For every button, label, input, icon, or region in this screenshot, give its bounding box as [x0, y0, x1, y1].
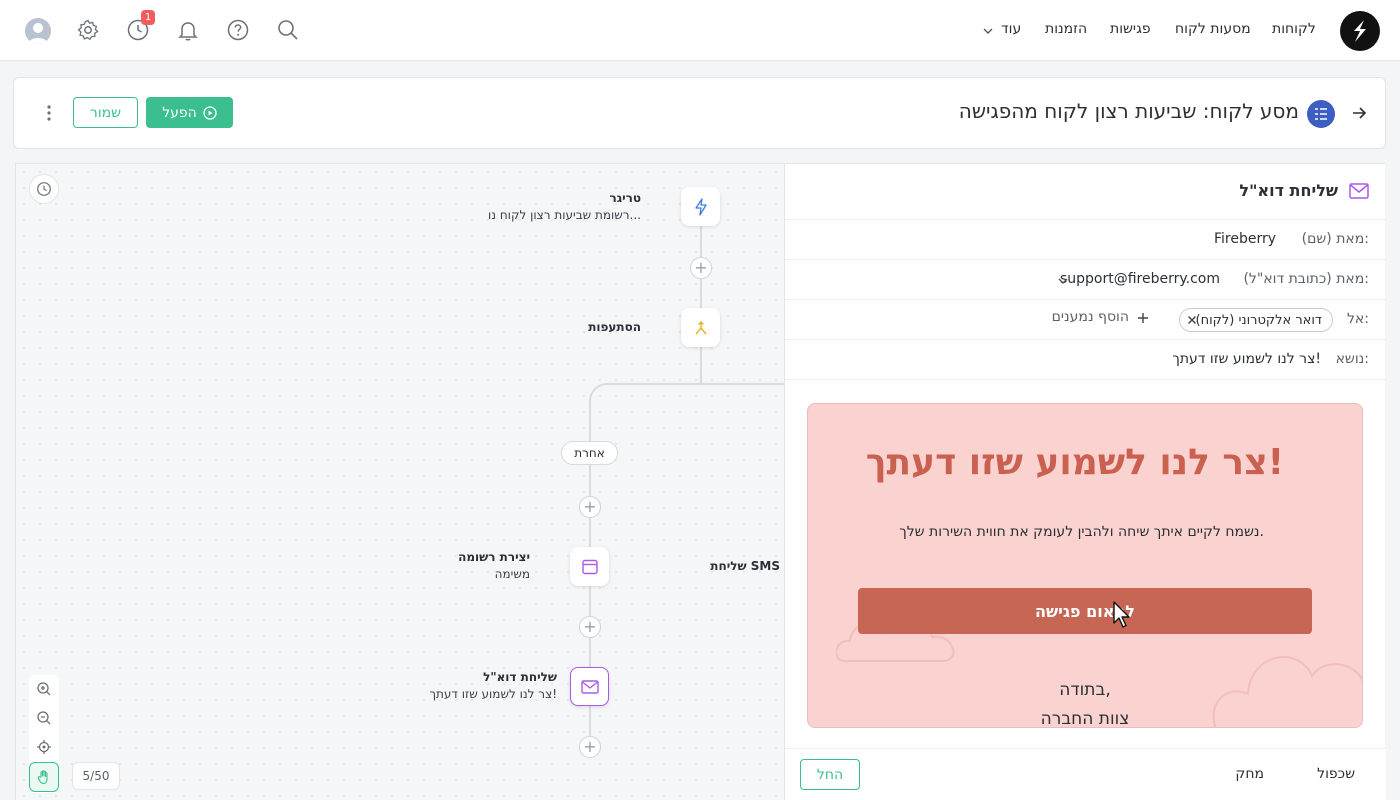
create-record-subtitle: משימה: [494, 567, 530, 581]
from-email-select[interactable]: support@fireberry.com: [1060, 271, 1220, 287]
activate-button[interactable]: הפעל: [146, 97, 233, 128]
branches-title: הסתעפות: [588, 320, 641, 334]
connector-line: [589, 423, 591, 758]
subject-field[interactable]: צר לנו לשמוע שזו דעתך!: [1172, 351, 1321, 367]
connector-line: [700, 226, 702, 385]
zoom-controls: [29, 675, 59, 793]
to-row: אל: דואר אלקטרוני (לקוח) הוסף נמענים: [785, 300, 1386, 340]
add-step-button[interactable]: +: [579, 496, 601, 518]
search-icon[interactable]: [276, 18, 300, 42]
email-signature-team: צוות החברה: [1040, 709, 1130, 728]
nav-link-customer-journeys[interactable]: מסעות לקוח: [1175, 21, 1251, 37]
gear-icon[interactable]: [76, 18, 100, 42]
bell-icon[interactable]: [176, 18, 200, 42]
send-email-title: שליחת דוא"ל: [483, 670, 557, 684]
add-step-button[interactable]: +: [579, 736, 601, 758]
trigger-title: טריגר: [609, 191, 642, 205]
trigger-node[interactable]: [681, 187, 720, 226]
send-email-node[interactable]: [570, 667, 609, 706]
branch-other-pill[interactable]: אחרת: [561, 441, 618, 465]
nav-link-more[interactable]: עוד: [1001, 21, 1021, 37]
from-name-field[interactable]: Fireberry: [1214, 231, 1276, 247]
chevron-down-icon[interactable]: [982, 25, 994, 37]
envelope-icon: [580, 679, 599, 694]
email-body-text: נשמח לקיים איתך שיחה ולהבין לעומק את חוו…: [899, 524, 1264, 540]
create-record-node[interactable]: [570, 547, 609, 586]
app-logo[interactable]: [1340, 11, 1380, 51]
recipient-chip[interactable]: דואר אלקטרוני (לקוח): [1179, 308, 1333, 332]
from-email-label: מאת (כתובת דוא"ל):: [1243, 271, 1369, 287]
recipient-chip-label: דואר אלקטרוני (לקוח): [1195, 312, 1322, 328]
duplicate-button[interactable]: שכפול: [1317, 766, 1355, 782]
help-icon[interactable]: [226, 18, 250, 42]
subject-label: נושא:: [1335, 351, 1369, 367]
create-record-title: יצירת רשומה: [458, 550, 530, 564]
step-settings-panel: שליחת דוא"ל מאת (שם): Fireberry מאת (כתו…: [784, 163, 1386, 800]
nav-link-meetings[interactable]: פגישות: [1110, 21, 1151, 37]
panel-title: שליחת דוא"ל: [1239, 181, 1338, 200]
branches-node[interactable]: [681, 308, 720, 347]
email-heading: צר לנו לשמוע שזו דעתך!: [865, 442, 1284, 483]
subject-row: נושא: צר לנו לשמוע שזו דעתך!: [785, 340, 1386, 380]
chevron-down-icon[interactable]: [1057, 275, 1069, 287]
more-options-icon[interactable]: [46, 104, 52, 122]
play-circle-icon: [203, 105, 217, 120]
panel-footer: שכפול מחק החל: [785, 748, 1386, 800]
from-name-row: מאת (שם): Fireberry: [785, 220, 1386, 260]
journey-canvas[interactable]: טריגר רשומת שביעות רצון לקוח נו... + הסת…: [15, 163, 784, 800]
back-arrow-icon[interactable]: [1350, 104, 1368, 122]
schedule-meeting-button[interactable]: לתאום פגישה: [858, 588, 1312, 634]
email-preview[interactable]: צר לנו לשמוע שזו דעתך! נשמח לקיים איתך ש…: [807, 403, 1363, 728]
add-step-button[interactable]: +: [690, 257, 712, 279]
recenter-icon[interactable]: [30, 733, 58, 761]
trigger-subtitle: רשומת שביעות רצון לקוח נו...: [487, 208, 641, 222]
branch-connector: [589, 383, 784, 423]
delete-button[interactable]: מחק: [1235, 766, 1264, 782]
apply-button[interactable]: החל: [800, 759, 860, 790]
lightning-icon: [693, 197, 709, 216]
hand-pan-icon[interactable]: [29, 762, 59, 792]
add-step-button[interactable]: +: [579, 616, 601, 638]
journey-icon: [1307, 100, 1335, 128]
nav-link-orders[interactable]: הזמנות: [1045, 21, 1087, 37]
journey-header: מסע לקוח: שביעות רצון לקוח מהפגישה הפעל …: [13, 77, 1386, 149]
nav-link-customers[interactable]: לקוחות: [1272, 21, 1316, 37]
journey-title: מסע לקוח: שביעות רצון לקוח מהפגישה: [958, 99, 1299, 123]
zoom-out-icon[interactable]: [30, 704, 58, 732]
activate-label: הפעל: [162, 104, 197, 121]
from-name-label: מאת (שם):: [1301, 231, 1369, 247]
record-window-icon: [581, 558, 599, 576]
send-sms-title[interactable]: שליחת SMS: [710, 559, 780, 573]
split-arrows-icon: [692, 319, 710, 337]
send-email-subtitle: צר לנו לשמוע שזו דעתך!: [429, 687, 557, 701]
top-navigation-bar: לקוחות מסעות לקוח פגישות הזמנות עוד 1: [0, 0, 1400, 61]
email-signature-line: בתודה,: [1059, 680, 1111, 700]
add-recipients-button[interactable]: הוסף נמענים: [1052, 309, 1129, 325]
page-counter: 5/50: [72, 762, 120, 790]
add-icon[interactable]: [1137, 312, 1149, 324]
notification-count-badge: 1: [141, 10, 155, 25]
envelope-icon: [1349, 183, 1369, 199]
to-label: אל:: [1346, 311, 1369, 327]
panel-header: שליחת דוא"ל: [785, 164, 1386, 220]
mouse-cursor-icon: [1113, 601, 1130, 628]
zoom-in-icon[interactable]: [30, 675, 58, 703]
close-icon[interactable]: [1187, 315, 1197, 325]
history-button[interactable]: [29, 174, 59, 204]
save-button[interactable]: שמור: [73, 97, 138, 128]
from-email-row: מאת (כתובת דוא"ל): support@fireberry.com: [785, 260, 1386, 300]
user-avatar[interactable]: [25, 18, 51, 44]
